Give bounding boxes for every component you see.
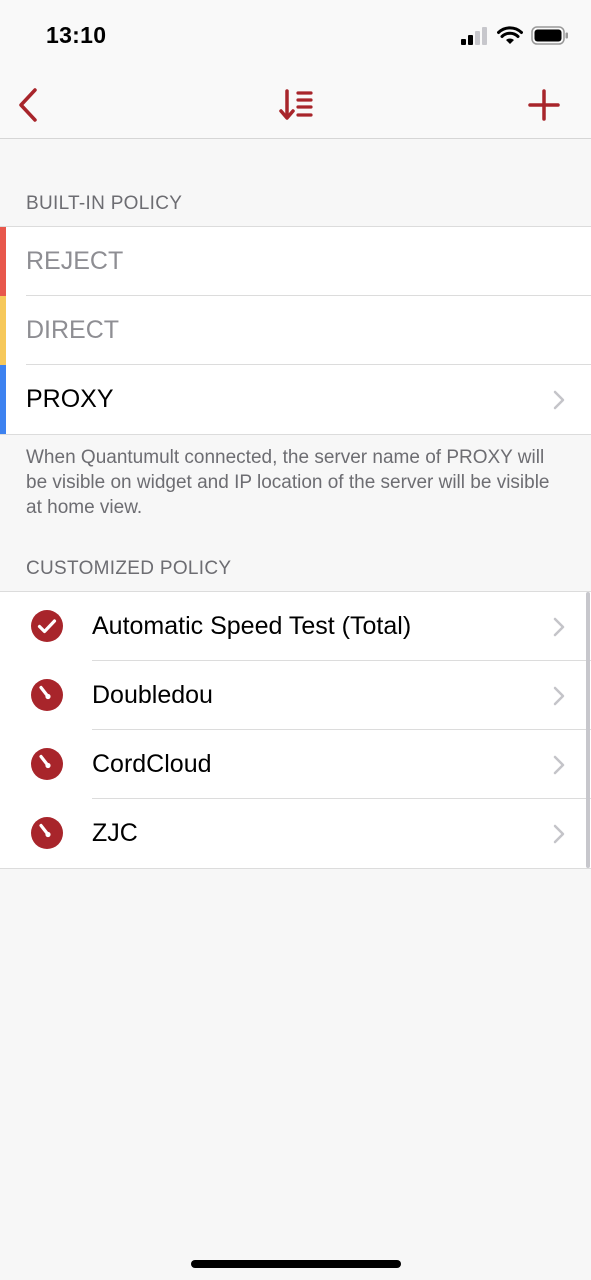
policy-row-doubledou[interactable]: Doubledou <box>0 661 591 730</box>
policy-row-zjc[interactable]: ZJC <box>0 799 591 868</box>
chevron-right-icon <box>553 390 565 409</box>
add-button[interactable] <box>524 86 564 124</box>
scroll-indicator[interactable] <box>586 592 590 868</box>
builtin-section-header: BUILT-IN POLICY <box>26 193 183 214</box>
builtin-footer-note: When Quantumult connected, the server na… <box>26 447 550 518</box>
gauge-icon <box>31 679 63 711</box>
checkmark-circle-icon <box>31 610 63 642</box>
chevron-right-icon <box>553 617 565 636</box>
chevron-right-icon <box>553 686 565 705</box>
gauge-icon <box>31 748 63 780</box>
proxy-color-bar <box>0 365 6 434</box>
navigation-bar <box>0 72 591 139</box>
home-indicator[interactable] <box>191 1260 401 1268</box>
gauge-icon <box>31 817 63 849</box>
chevron-left-icon <box>19 88 37 122</box>
sort-list-icon <box>279 89 313 120</box>
chevron-right-icon <box>553 824 565 843</box>
back-button[interactable] <box>8 84 48 126</box>
policy-row-direct[interactable]: DIRECT <box>0 296 591 365</box>
policy-label: REJECT <box>26 247 124 275</box>
policy-label: ZJC <box>92 819 138 847</box>
policy-label: PROXY <box>26 385 114 413</box>
policy-label: Doubledou <box>92 681 213 709</box>
status-bar: 13:10 <box>0 0 591 72</box>
status-icons <box>461 26 569 45</box>
signal-icon <box>461 26 487 45</box>
direct-color-bar <box>0 296 6 365</box>
policy-row-proxy[interactable]: PROXY <box>0 365 591 434</box>
reject-color-bar <box>0 227 6 296</box>
policy-row-automatic-speed-test[interactable]: Automatic Speed Test (Total) <box>0 592 591 661</box>
policy-label: CordCloud <box>92 750 212 778</box>
status-time: 13:10 <box>46 22 107 48</box>
chevron-right-icon <box>553 755 565 774</box>
wifi-icon <box>497 26 523 44</box>
customized-section-header: CUSTOMIZED POLICY <box>26 558 232 579</box>
policy-row-reject[interactable]: REJECT <box>0 227 591 296</box>
battery-icon <box>531 26 568 45</box>
builtin-policy-list: REJECT DIRECT PROXY <box>0 226 591 435</box>
customized-policy-list: Automatic Speed Test (Total) Doubledou C… <box>0 591 591 869</box>
policy-label: Automatic Speed Test (Total) <box>92 612 412 640</box>
sort-button[interactable] <box>276 86 316 124</box>
policy-row-cordcloud[interactable]: CordCloud <box>0 730 591 799</box>
policy-label: DIRECT <box>26 316 120 344</box>
plus-icon <box>528 89 560 121</box>
